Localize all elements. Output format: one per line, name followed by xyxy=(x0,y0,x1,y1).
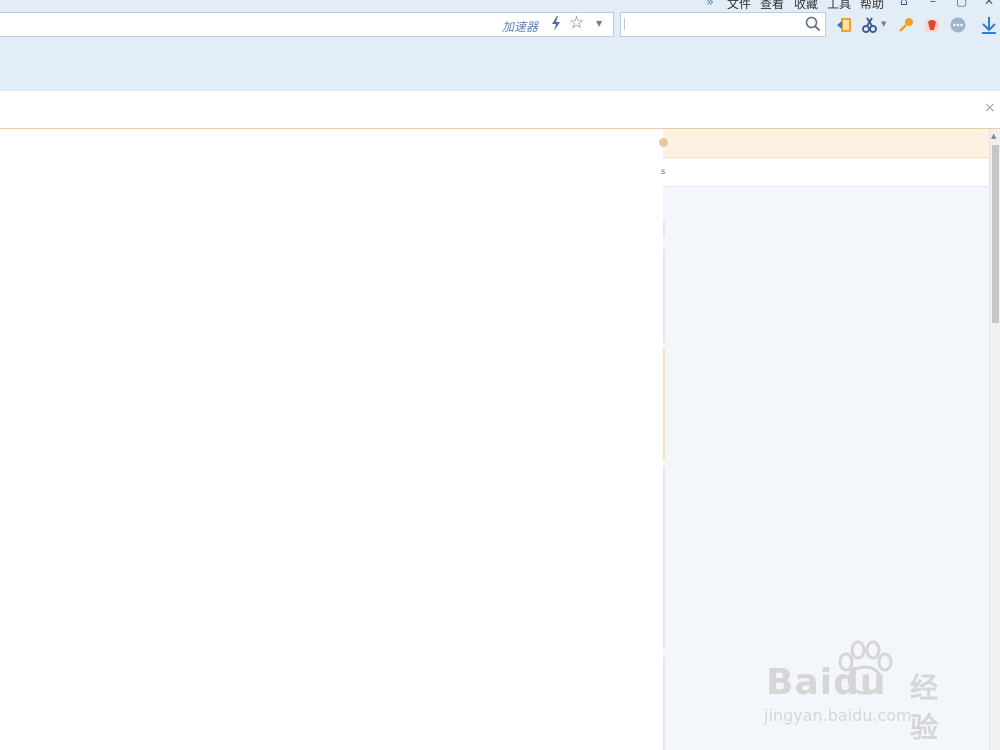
chat-bubble-icon[interactable] xyxy=(949,16,967,34)
panel-header-strip xyxy=(659,129,989,158)
close-window-button[interactable]: ✕ xyxy=(984,0,994,8)
scrollbar-thumb[interactable] xyxy=(992,145,999,323)
menu-tools[interactable]: 工具 xyxy=(827,0,851,12)
panel-edge xyxy=(663,221,665,237)
red-app-icon[interactable] xyxy=(923,16,941,34)
accelerator-label[interactable]: 加速器 xyxy=(502,18,538,35)
panel-subheader-strip: s xyxy=(661,159,989,187)
panel-edge xyxy=(663,657,665,750)
bottom-text-fragment: …………………… xyxy=(418,744,495,750)
watermark-brand: Baidu xyxy=(766,662,887,703)
panel-edge xyxy=(663,467,665,649)
browser-chrome: » 文件 查看 收藏 工具 帮助 ⌂ – ▢ ✕ 加速器 ☆ ▼ ▼ xyxy=(0,0,1000,91)
baidu-watermark: Baidu 经验 jingyan.baidu.com xyxy=(760,640,960,744)
address-dropdown-icon[interactable]: ▼ xyxy=(596,19,602,28)
panel-subheader-mark: s xyxy=(661,167,666,176)
minimize-button[interactable]: – xyxy=(930,0,936,8)
panel-header-icon xyxy=(659,138,668,147)
notification-bar: × xyxy=(0,91,1000,129)
back-to-tab-icon[interactable] xyxy=(835,16,853,34)
watermark-url: jingyan.baidu.com xyxy=(764,706,912,725)
text-caret xyxy=(624,18,625,30)
scissors-dropdown-icon[interactable]: ▼ xyxy=(881,20,886,28)
menu-help[interactable]: 帮助 xyxy=(860,0,884,12)
menu-bar: » 文件 查看 收藏 工具 帮助 ⌂ – ▢ ✕ xyxy=(0,0,1000,12)
lightning-icon[interactable] xyxy=(551,16,561,35)
scissors-icon[interactable] xyxy=(861,16,879,34)
notification-close-button[interactable]: × xyxy=(984,100,996,116)
scroll-up-icon[interactable]: ▲ xyxy=(991,132,996,140)
panel-edge-highlight xyxy=(663,349,665,459)
restore-button[interactable]: ▢ xyxy=(956,0,967,8)
address-bar[interactable]: 加速器 ☆ ▼ xyxy=(0,12,614,37)
favorite-star-icon[interactable]: ☆ xyxy=(569,13,584,33)
menu-overflow-button[interactable]: » xyxy=(706,0,714,10)
search-input[interactable] xyxy=(620,12,826,37)
menu-view[interactable]: 查看 xyxy=(760,0,784,12)
menu-file[interactable]: 文件 xyxy=(727,0,751,12)
search-icon[interactable] xyxy=(805,16,821,32)
vertical-scrollbar[interactable]: ▲ xyxy=(989,129,1000,750)
panel-edge xyxy=(663,249,665,343)
menu-favorites[interactable]: 收藏 xyxy=(794,0,818,12)
main-content-area xyxy=(0,129,663,750)
watermark-brand-suffix: 经验 xyxy=(910,671,939,744)
key-icon[interactable] xyxy=(897,16,915,34)
download-icon[interactable] xyxy=(980,16,998,34)
browser-window: » 文件 查看 收藏 工具 帮助 ⌂ – ▢ ✕ 加速器 ☆ ▼ ▼ × s ▲… xyxy=(0,0,1000,750)
home-icon[interactable]: ⌂ xyxy=(900,0,908,8)
